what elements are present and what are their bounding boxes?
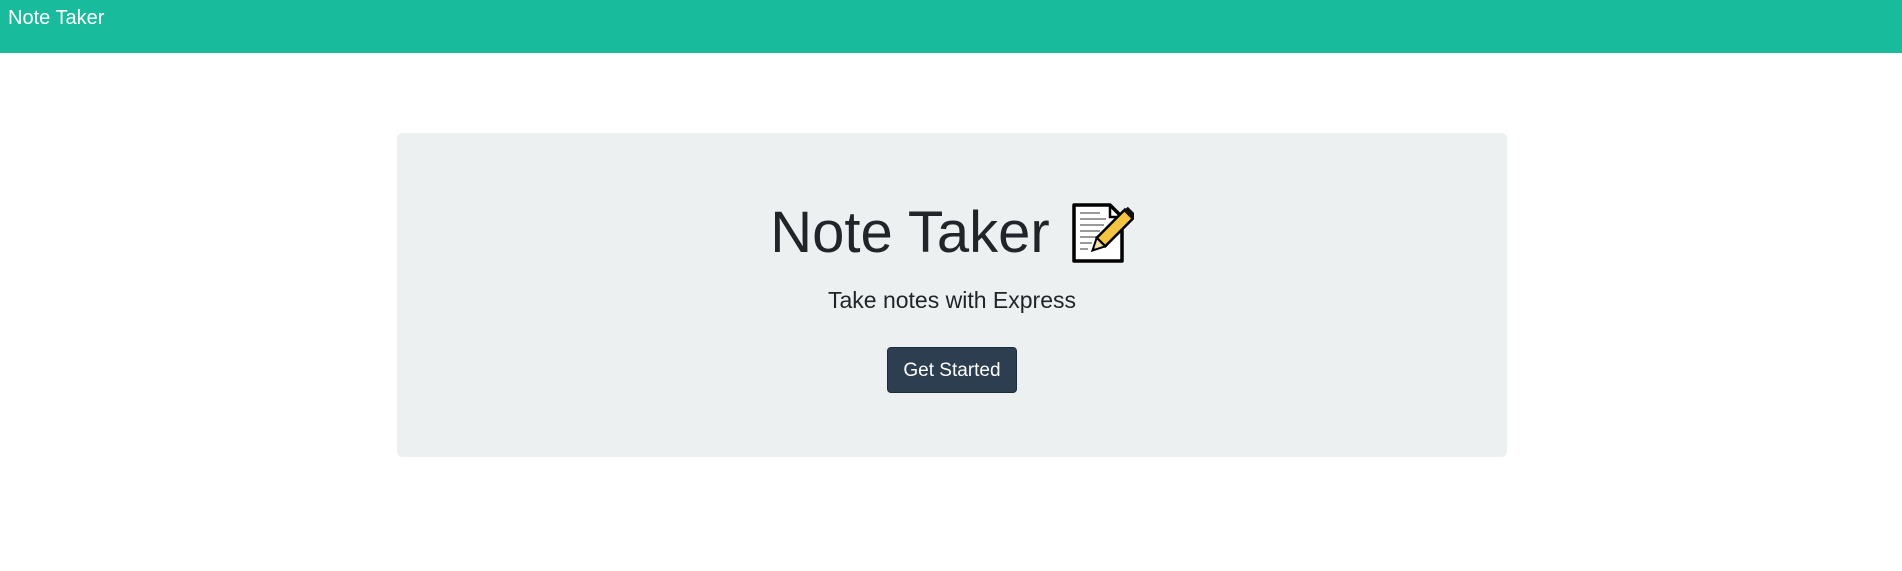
page-title: Note Taker	[770, 200, 1050, 265]
memo-icon	[1066, 199, 1136, 267]
hero-jumbotron: Note Taker Take notes with Express Get S…	[397, 133, 1507, 457]
hero-title-row: Note Taker	[397, 197, 1507, 269]
get-started-button[interactable]: Get Started	[887, 347, 1017, 393]
hero-subtitle: Take notes with Express	[827, 287, 1076, 313]
navbar: Note Taker	[0, 0, 1902, 53]
navbar-brand-link[interactable]: Note Taker	[8, 6, 104, 30]
